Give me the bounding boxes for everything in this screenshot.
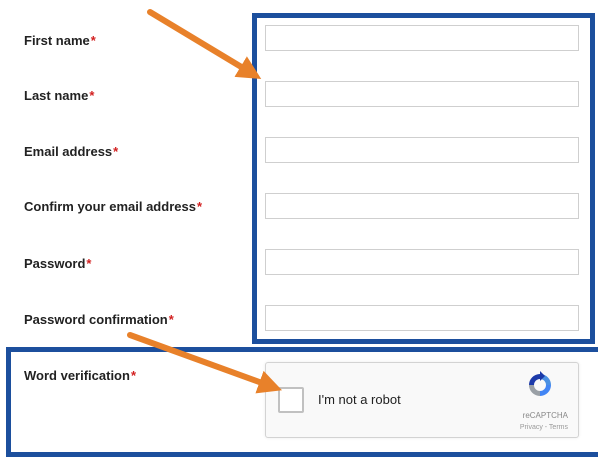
password-confirmation-label: Password confirmation* xyxy=(24,312,174,327)
required-marker: * xyxy=(130,368,137,383)
email-input[interactable] xyxy=(265,137,579,163)
password-confirmation-label-text: Password confirmation xyxy=(24,312,168,327)
recaptcha-brand: reCAPTCHA xyxy=(522,411,568,420)
recaptcha-logo-icon xyxy=(529,371,551,396)
password-label: Password* xyxy=(24,256,91,271)
arrow-to-checkbox xyxy=(127,332,283,394)
password-label-text: Password xyxy=(24,256,86,271)
required-marker: * xyxy=(113,144,119,159)
confirm-email-label-text: Confirm your email address xyxy=(24,199,196,214)
required-marker: * xyxy=(90,33,96,48)
arrow-to-inputs xyxy=(147,9,262,79)
required-marker: * xyxy=(89,88,95,103)
confirm-email-label: Confirm your email address* xyxy=(24,199,202,214)
robot-checkbox[interactable] xyxy=(278,387,304,413)
robot-checkbox-label: I'm not a robot xyxy=(318,392,401,407)
password-input[interactable] xyxy=(265,249,579,275)
first-name-label: First name* xyxy=(24,33,96,48)
confirm-email-input[interactable] xyxy=(265,193,579,219)
word-verification-label: Word verification* xyxy=(24,368,136,383)
email-label: Email address* xyxy=(24,144,118,159)
required-marker: * xyxy=(168,312,174,327)
first-name-label-text: First name xyxy=(24,33,90,48)
last-name-input[interactable] xyxy=(265,81,579,107)
first-name-input[interactable] xyxy=(265,25,579,51)
recaptcha-privacy-terms[interactable]: Privacy - Terms xyxy=(520,424,568,431)
recaptcha-widget: I'm not a robot reCAPTCHA Privacy - Term… xyxy=(265,362,579,438)
highlight-box-inputs xyxy=(252,13,595,344)
last-name-label: Last name* xyxy=(24,88,94,103)
last-name-label-text: Last name xyxy=(24,88,89,103)
email-label-text: Email address xyxy=(24,144,113,159)
required-marker: * xyxy=(196,199,203,214)
required-marker: * xyxy=(86,256,92,271)
word-verification-label-text: Word verification xyxy=(24,368,130,383)
password-confirmation-input[interactable] xyxy=(265,305,579,331)
